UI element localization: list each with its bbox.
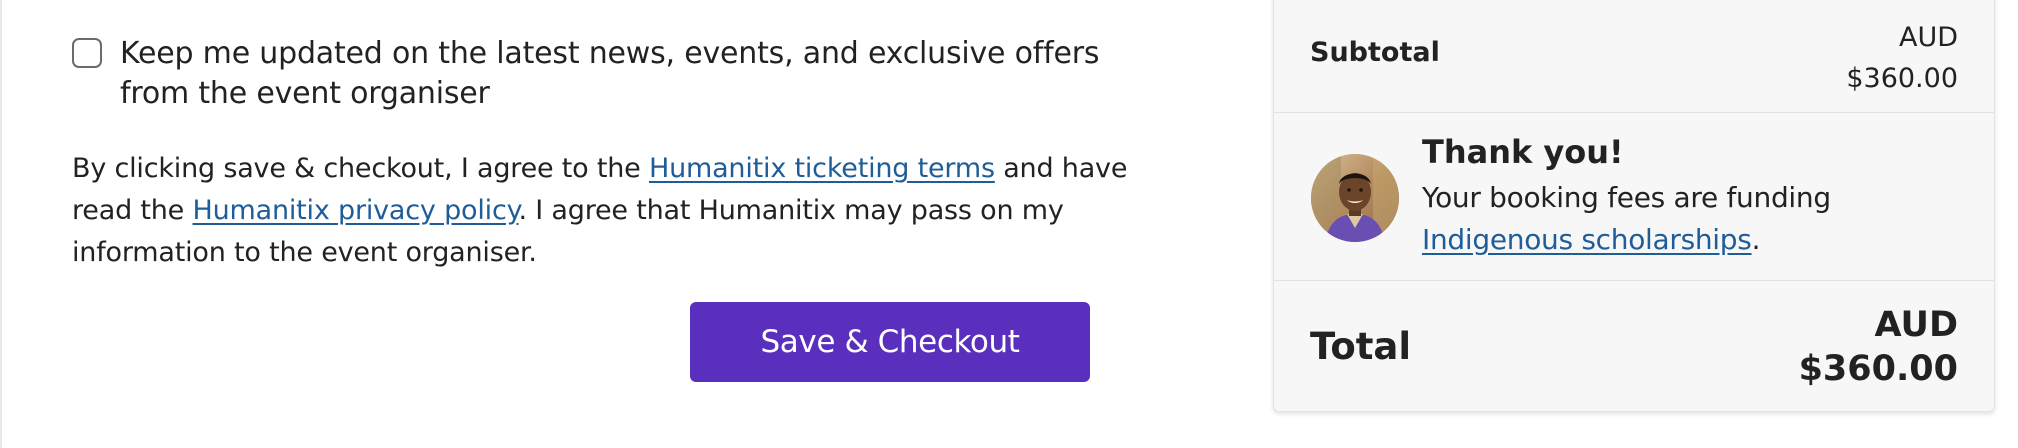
total-row: Total AUD $360.00: [1274, 281, 1994, 411]
subtotal-label: Subtotal: [1310, 37, 1440, 68]
order-summary-panel: Subtotal AUD $360.00 Thank you! Your boo…: [1273, 0, 1995, 412]
total-amount: AUD $360.00: [1799, 303, 1958, 391]
indigenous-scholarships-link[interactable]: Indigenous scholarships: [1422, 223, 1752, 256]
subtotal-value: $360.00: [1846, 63, 1958, 94]
person-portrait-avatar: [1311, 154, 1399, 242]
avatar-portrait-icon: [1311, 154, 1399, 242]
total-label: Total: [1310, 325, 1412, 368]
thank-you-title: Thank you!: [1422, 133, 1624, 171]
save-checkout-button[interactable]: Save & Checkout: [690, 302, 1090, 382]
ticketing-terms-link[interactable]: Humanitix ticketing terms: [649, 153, 995, 184]
page-left-border: [0, 0, 2, 448]
checkout-page: Keep me updated on the latest news, even…: [0, 0, 2018, 448]
thank-you-row: Thank you! Your booking fees are funding…: [1274, 113, 1994, 281]
subtotal-amount: AUD $360.00: [1846, 17, 1958, 99]
privacy-policy-link[interactable]: Humanitix privacy policy: [192, 195, 518, 226]
newsletter-checkbox[interactable]: [72, 38, 102, 68]
subtotal-row: Subtotal AUD $360.00: [1274, 1, 1994, 113]
funding-message: Your booking fees are funding Indigenous…: [1422, 177, 1962, 261]
funding-message-prefix: Your booking fees are funding: [1422, 181, 1831, 214]
newsletter-optin[interactable]: Keep me updated on the latest news, even…: [72, 34, 1100, 114]
terms-prefix: By clicking save & checkout, I agree to …: [72, 153, 649, 184]
subtotal-currency: AUD: [1898, 22, 1958, 53]
terms-agreement-text: By clicking save & checkout, I agree to …: [72, 148, 1132, 274]
funding-message-suffix: .: [1751, 223, 1761, 256]
newsletter-label[interactable]: Keep me updated on the latest news, even…: [120, 34, 1100, 114]
total-value: $360.00: [1798, 349, 1958, 389]
total-currency: AUD: [1874, 305, 1958, 345]
